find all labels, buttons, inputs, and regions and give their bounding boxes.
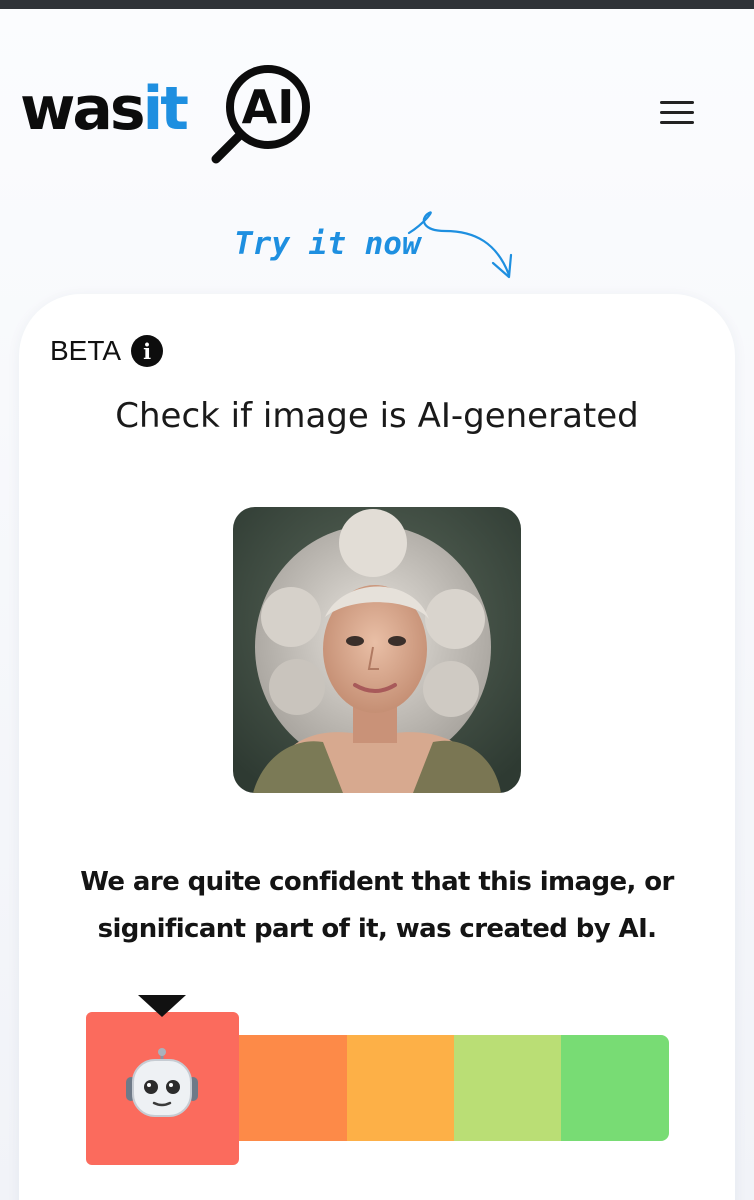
confidence-scale [86,995,670,1167]
scale-segment-likely-ai [238,1035,348,1141]
result-text: We are quite confident that this image, … [80,867,674,944]
scale-segment-human [561,1035,669,1141]
card-title: Check if image is AI-generated [115,396,639,436]
scale-pointer-icon [138,995,186,1017]
scale-segment-likely-human [454,1035,562,1141]
site-header: wasit AI [0,9,754,179]
beta-badge: BETA i [50,333,164,369]
scale-segment-uncertain [347,1035,455,1141]
status-bar [0,0,754,9]
hamburger-menu-icon[interactable] [660,101,698,129]
portrait-photo [233,507,521,793]
logo-ai-text: AI [242,80,295,134]
wasitai-logo[interactable]: wasit AI [20,57,320,167]
try-it-now-text: Try it now [234,226,421,262]
curved-arrow-icon [407,211,513,279]
magnifier-icon: AI [211,65,310,164]
info-icon[interactable]: i [131,335,164,367]
beta-label: BETA [50,335,122,366]
uploaded-image[interactable] [233,507,521,793]
logo-wordmark: wasit [20,74,189,144]
robot-face-icon [126,1048,198,1117]
